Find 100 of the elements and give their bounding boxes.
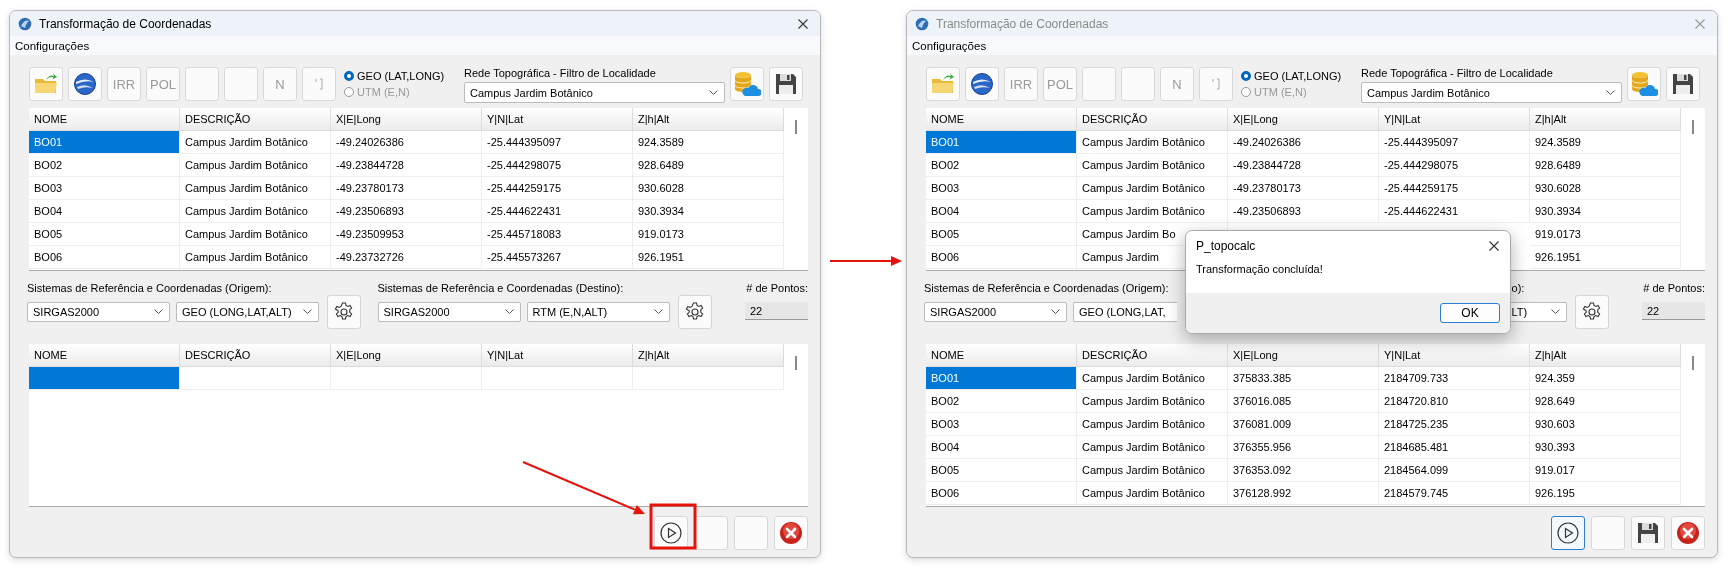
column-header[interactable]: DESCRIÇÃO: [1077, 108, 1228, 131]
settings-button[interactable]: [677, 295, 712, 329]
column-header[interactable]: Z|h|Alt: [633, 108, 784, 131]
column-header[interactable]: Y|N|Lat: [1379, 108, 1530, 131]
table-cell: -25.444622431: [482, 200, 633, 223]
ok-button[interactable]: OK: [1440, 303, 1500, 323]
open-button[interactable]: [29, 67, 63, 101]
table-cell: BO02: [29, 154, 180, 177]
points-field: 22: [1642, 302, 1705, 320]
system-dropdown[interactable]: RTM (E,N,ALT): [526, 302, 670, 322]
table-cell: 376353.092: [1228, 459, 1379, 482]
column-header[interactable]: Z|h|Alt: [1530, 344, 1681, 367]
section-label: o):: [1510, 281, 1526, 295]
table-cell: 2184564.099: [1379, 459, 1530, 482]
menu-item[interactable]: Configurações: [912, 39, 987, 52]
table-cell: -49.23506893: [331, 200, 482, 223]
section-label: Sistemas de Referência e Coordenadas (Destino):: [377, 281, 625, 295]
column-header[interactable]: NOME: [926, 344, 1077, 367]
scrollbar-thumb[interactable]: [795, 120, 797, 134]
scrollbar-thumb[interactable]: [1692, 356, 1694, 370]
column-header[interactable]: DESCRIÇÃO: [180, 108, 331, 131]
datum-dropdown[interactable]: SIRGAS2000: [27, 302, 170, 322]
caret-icon: [303, 309, 312, 315]
table-cell: BO02: [926, 390, 1077, 413]
table-cell: 926.1951: [1530, 246, 1681, 269]
globe-button[interactable]: [965, 67, 999, 101]
close-button[interactable]: [796, 16, 810, 31]
folder-icon: [931, 73, 955, 95]
table-cell: BO05: [926, 223, 1077, 246]
table-cell: -49.23780173: [331, 177, 482, 200]
gear-icon: [684, 302, 705, 322]
column-header[interactable]: X|E|Long: [331, 344, 482, 367]
scrollbar-thumb[interactable]: [795, 356, 797, 370]
database-button[interactable]: [1627, 67, 1661, 101]
column-header[interactable]: NOME: [926, 108, 1077, 131]
table-cell: 930.603: [1530, 413, 1681, 436]
location-dropdown[interactable]: Campus Jardim Botânico: [1361, 82, 1622, 103]
datum-dropdown[interactable]: SIRGAS2000: [377, 302, 521, 322]
play-icon: [660, 522, 682, 544]
bracket-icon: [315, 78, 323, 90]
column-header[interactable]: Z|h|Alt: [1530, 108, 1681, 131]
scrollbar-thumb[interactable]: [1692, 120, 1694, 134]
column-header[interactable]: Z|h|Alt: [633, 344, 784, 367]
table-cell: -25.444259175: [1379, 177, 1530, 200]
cancel-button[interactable]: [774, 516, 808, 550]
table-cell: Campus Jardim Botânico: [180, 154, 331, 177]
section-label: Sistemas de Referência e Coordenadas (Origem):: [27, 281, 273, 295]
table-cell: Campus Jardim Botânico: [180, 200, 331, 223]
table-cell: 375833.385: [1228, 367, 1379, 390]
table-cell: Campus Jardim Botânico: [1077, 367, 1228, 390]
table-cell: Campus Jardim Botânico: [1077, 482, 1228, 505]
column-header[interactable]: Y|N|Lat: [482, 108, 633, 131]
column-header[interactable]: DESCRIÇÃO: [180, 344, 331, 367]
open-button[interactable]: [926, 67, 960, 101]
caret-icon: [1606, 89, 1615, 96]
column-header[interactable]: NOME: [29, 344, 180, 367]
run-button[interactable]: [1551, 516, 1585, 550]
system-dropdown[interactable]: GEO (LONG,LAT,: [1073, 302, 1177, 322]
column-header[interactable]: Y|N|Lat: [482, 344, 633, 367]
column-header[interactable]: NOME: [29, 108, 180, 131]
globe-button[interactable]: [68, 67, 102, 101]
location-dropdown[interactable]: Campus Jardim Botânico: [464, 82, 725, 103]
settings-button[interactable]: [327, 295, 361, 329]
save-button[interactable]: [1631, 516, 1665, 550]
close-button[interactable]: [1487, 239, 1501, 253]
table-cell: 926.195: [1530, 482, 1681, 505]
radio-button[interactable]: [1241, 71, 1251, 81]
radio-label[interactable]: GEO (LAT,LONG): [357, 70, 445, 82]
gear-icon: [334, 302, 354, 322]
column-header[interactable]: Y|N|Lat: [1379, 344, 1530, 367]
table-cell: BO05: [926, 459, 1077, 482]
radio-label[interactable]: GEO (LAT,LONG): [1254, 70, 1342, 82]
save-button[interactable]: [769, 67, 803, 101]
table-cell: Campus Jardim Botânico: [1077, 177, 1228, 200]
database-cloud-icon: [733, 70, 761, 98]
table-cell: 376128.992: [1228, 482, 1379, 505]
table-cell: -25.444298075: [482, 154, 633, 177]
save-button[interactable]: [1666, 67, 1700, 101]
column-header[interactable]: X|E|Long: [331, 108, 482, 131]
database-button[interactable]: [730, 67, 764, 101]
table-cell: 2184720.810: [1379, 390, 1530, 413]
column-header[interactable]: X|E|Long: [1228, 344, 1379, 367]
points-label: # de Pontos:: [746, 281, 808, 295]
table-cell: Campus Jardim Botânico: [1077, 436, 1228, 459]
cancel-button[interactable]: [1671, 516, 1705, 550]
table-cell: -25.444395097: [1379, 131, 1530, 154]
table-cell: 919.0173: [1530, 223, 1681, 246]
settings-button[interactable]: [1574, 295, 1609, 329]
datum-dropdown[interactable]: SIRGAS2000: [924, 302, 1067, 322]
points-field: 22: [745, 302, 808, 320]
column-header[interactable]: X|E|Long: [1228, 108, 1379, 131]
menu-item[interactable]: Configurações: [15, 39, 90, 52]
system-dropdown[interactable]: GEO (LONG,LAT,ALT): [176, 302, 319, 322]
table-cell: -25.445573267: [482, 246, 633, 269]
table-cell: -25.445718083: [482, 223, 633, 246]
table-cell: BO03: [29, 177, 180, 200]
column-header[interactable]: DESCRIÇÃO: [1077, 344, 1228, 367]
table-cell: Campus Jardim Botânico: [1077, 390, 1228, 413]
radio-button[interactable]: [344, 71, 354, 81]
table-cell: BO04: [29, 200, 180, 223]
